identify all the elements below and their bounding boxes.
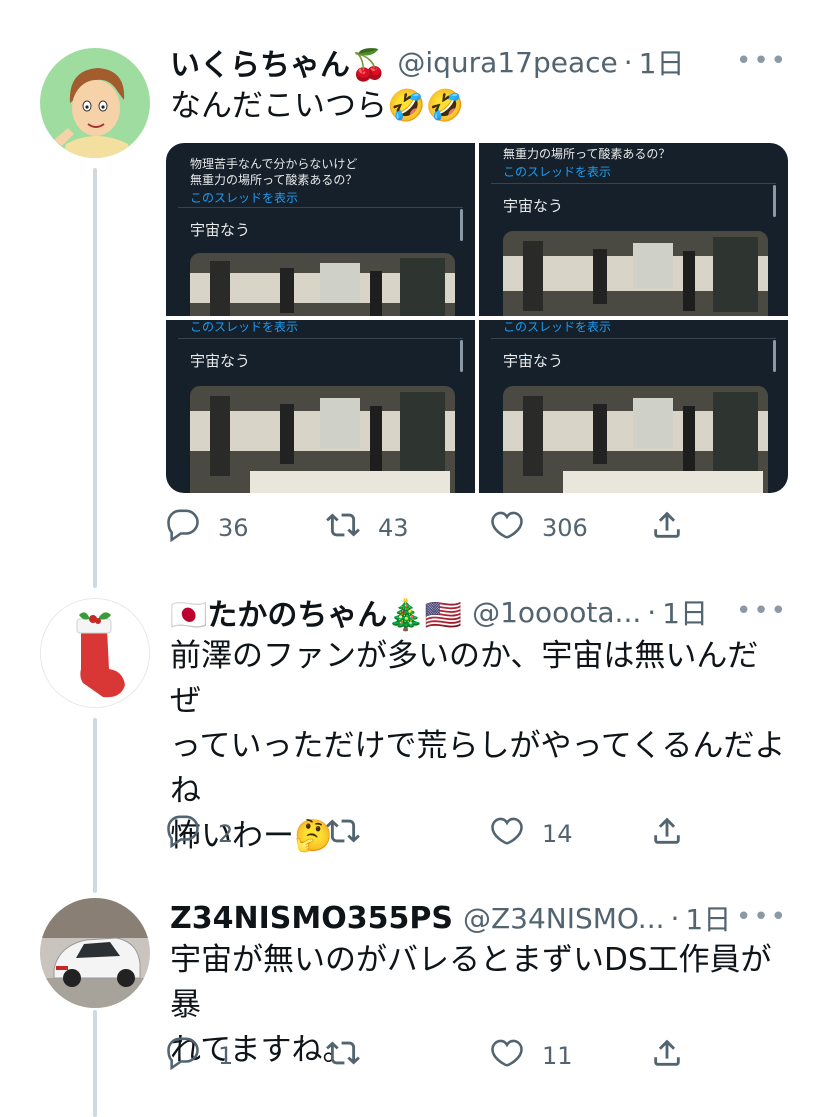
photo xyxy=(190,386,455,493)
tweet-header: Z34NISMO355PS @Z34NISMO... · 1日 ••• xyxy=(170,898,788,938)
retweet-button[interactable] xyxy=(326,1036,378,1076)
divider xyxy=(178,207,463,208)
more-icon[interactable]: ••• xyxy=(736,46,788,76)
display-name[interactable]: Z34NISMO355PS xyxy=(170,901,453,936)
user-handle[interactable]: @1oooota... xyxy=(472,596,641,629)
share-icon xyxy=(650,508,684,548)
like-count: 14 xyxy=(542,820,573,848)
media-link: このスレッドを表示 xyxy=(190,191,299,205)
share-icon xyxy=(650,1036,684,1076)
like-button[interactable]: 306 xyxy=(490,508,588,548)
reply-count: 2 xyxy=(218,820,234,848)
media-reply-text: 宇宙なう xyxy=(190,352,251,370)
media-reply-text: 宇宙なう xyxy=(190,221,251,239)
tweet[interactable]: 🇯🇵たかのちゃん🎄🇺🇸 @1oooota... · 1日 ••• 前澤のファンが… xyxy=(0,580,828,880)
media-reply-text: 宇宙なう xyxy=(503,197,564,215)
scrollbar xyxy=(773,340,776,372)
separator-dot: · xyxy=(623,45,633,79)
like-count: 11 xyxy=(542,1042,573,1070)
share-button[interactable] xyxy=(650,1036,684,1076)
retweet-button[interactable] xyxy=(326,814,378,854)
like-count: 306 xyxy=(542,514,588,542)
photo xyxy=(190,253,455,316)
tweet[interactable]: Z34NISMO355PS @Z34NISMO... · 1日 ••• 宇宙が無… xyxy=(0,880,828,1117)
share-icon xyxy=(650,814,684,854)
timestamp[interactable]: 1日 xyxy=(662,592,708,632)
avatar[interactable] xyxy=(40,598,150,708)
media-image[interactable]: このスレッドを表示 宇宙なう xyxy=(479,320,788,493)
like-button[interactable]: 11 xyxy=(490,1036,573,1076)
tweet[interactable]: いくらちゃん🍒 @iqura17peace · 1日 ••• なんだこいつら🤣🤣… xyxy=(0,0,828,580)
reply-icon xyxy=(166,814,200,854)
tweet-header: いくらちゃん🍒 @iqura17peace · 1日 ••• xyxy=(170,40,788,84)
media-image[interactable]: 無重力の場所って酸素あるの？ このスレッドを表示 宇宙なう xyxy=(479,143,788,316)
retweet-button[interactable]: 43 xyxy=(326,508,409,548)
reply-count: 1 xyxy=(218,1042,234,1070)
tweet-actions: 2 14 xyxy=(166,814,706,854)
tweet-header: 🇯🇵たかのちゃん🎄🇺🇸 @1oooota... · 1日 ••• xyxy=(170,590,788,634)
user-handle[interactable]: @Z34NISMO... xyxy=(463,902,665,935)
heart-icon xyxy=(490,508,524,548)
tweet-text: なんだこいつら🤣🤣 xyxy=(170,88,465,124)
share-button[interactable] xyxy=(650,814,684,854)
user-handle[interactable]: @iqura17peace xyxy=(397,46,617,79)
heart-icon xyxy=(490,1036,524,1076)
divider xyxy=(178,338,463,339)
more-icon[interactable]: ••• xyxy=(736,596,788,626)
reply-icon xyxy=(166,508,200,548)
retweet-icon xyxy=(326,1036,360,1076)
avatar[interactable] xyxy=(40,48,150,158)
display-name[interactable]: いくらちゃん🍒 xyxy=(170,40,387,84)
media-reply-text: 宇宙なう xyxy=(503,352,564,370)
display-name[interactable]: 🇯🇵たかのちゃん🎄🇺🇸 xyxy=(170,590,462,634)
reply-icon xyxy=(166,1036,200,1076)
tweet-actions: 1 11 xyxy=(166,1036,706,1076)
media-image[interactable]: このスレッドを表示 宇宙なう xyxy=(166,320,475,493)
media-text: 無重力の場所って酸素あるの？ xyxy=(190,173,358,187)
media-grid[interactable]: 物理苦手なんで分からないけど 無重力の場所って酸素あるの？ このスレッドを表示 … xyxy=(166,143,788,493)
avatar[interactable] xyxy=(40,898,150,1008)
retweet-count: 43 xyxy=(378,514,409,542)
photo xyxy=(503,386,768,493)
share-button[interactable] xyxy=(650,508,684,548)
scrollbar xyxy=(773,185,776,217)
retweet-icon xyxy=(326,814,360,854)
reply-button[interactable]: 1 xyxy=(166,1036,233,1076)
like-button[interactable]: 14 xyxy=(490,814,573,854)
reply-count: 36 xyxy=(218,514,249,542)
timestamp[interactable]: 1日 xyxy=(685,898,731,938)
media-text: 無重力の場所って酸素あるの？ xyxy=(503,147,671,161)
divider xyxy=(491,183,776,184)
reply-button[interactable]: 2 xyxy=(166,814,233,854)
media-link: このスレッドを表示 xyxy=(503,320,612,334)
more-icon[interactable]: ••• xyxy=(736,902,788,932)
scrollbar xyxy=(460,209,463,241)
separator-dot: · xyxy=(670,901,680,935)
reply-button[interactable]: 36 xyxy=(166,508,249,548)
media-link: このスレッドを表示 xyxy=(503,165,612,179)
heart-icon xyxy=(490,814,524,854)
tweet-actions: 36 43 306 xyxy=(166,508,706,548)
scrollbar xyxy=(460,340,463,372)
separator-dot: · xyxy=(647,595,657,629)
retweet-icon xyxy=(326,508,360,548)
media-link: このスレッドを表示 xyxy=(190,320,299,334)
divider xyxy=(491,338,776,339)
photo xyxy=(503,231,768,316)
timestamp[interactable]: 1日 xyxy=(639,42,685,82)
media-image[interactable]: 物理苦手なんで分からないけど 無重力の場所って酸素あるの？ このスレッドを表示 … xyxy=(166,143,475,316)
